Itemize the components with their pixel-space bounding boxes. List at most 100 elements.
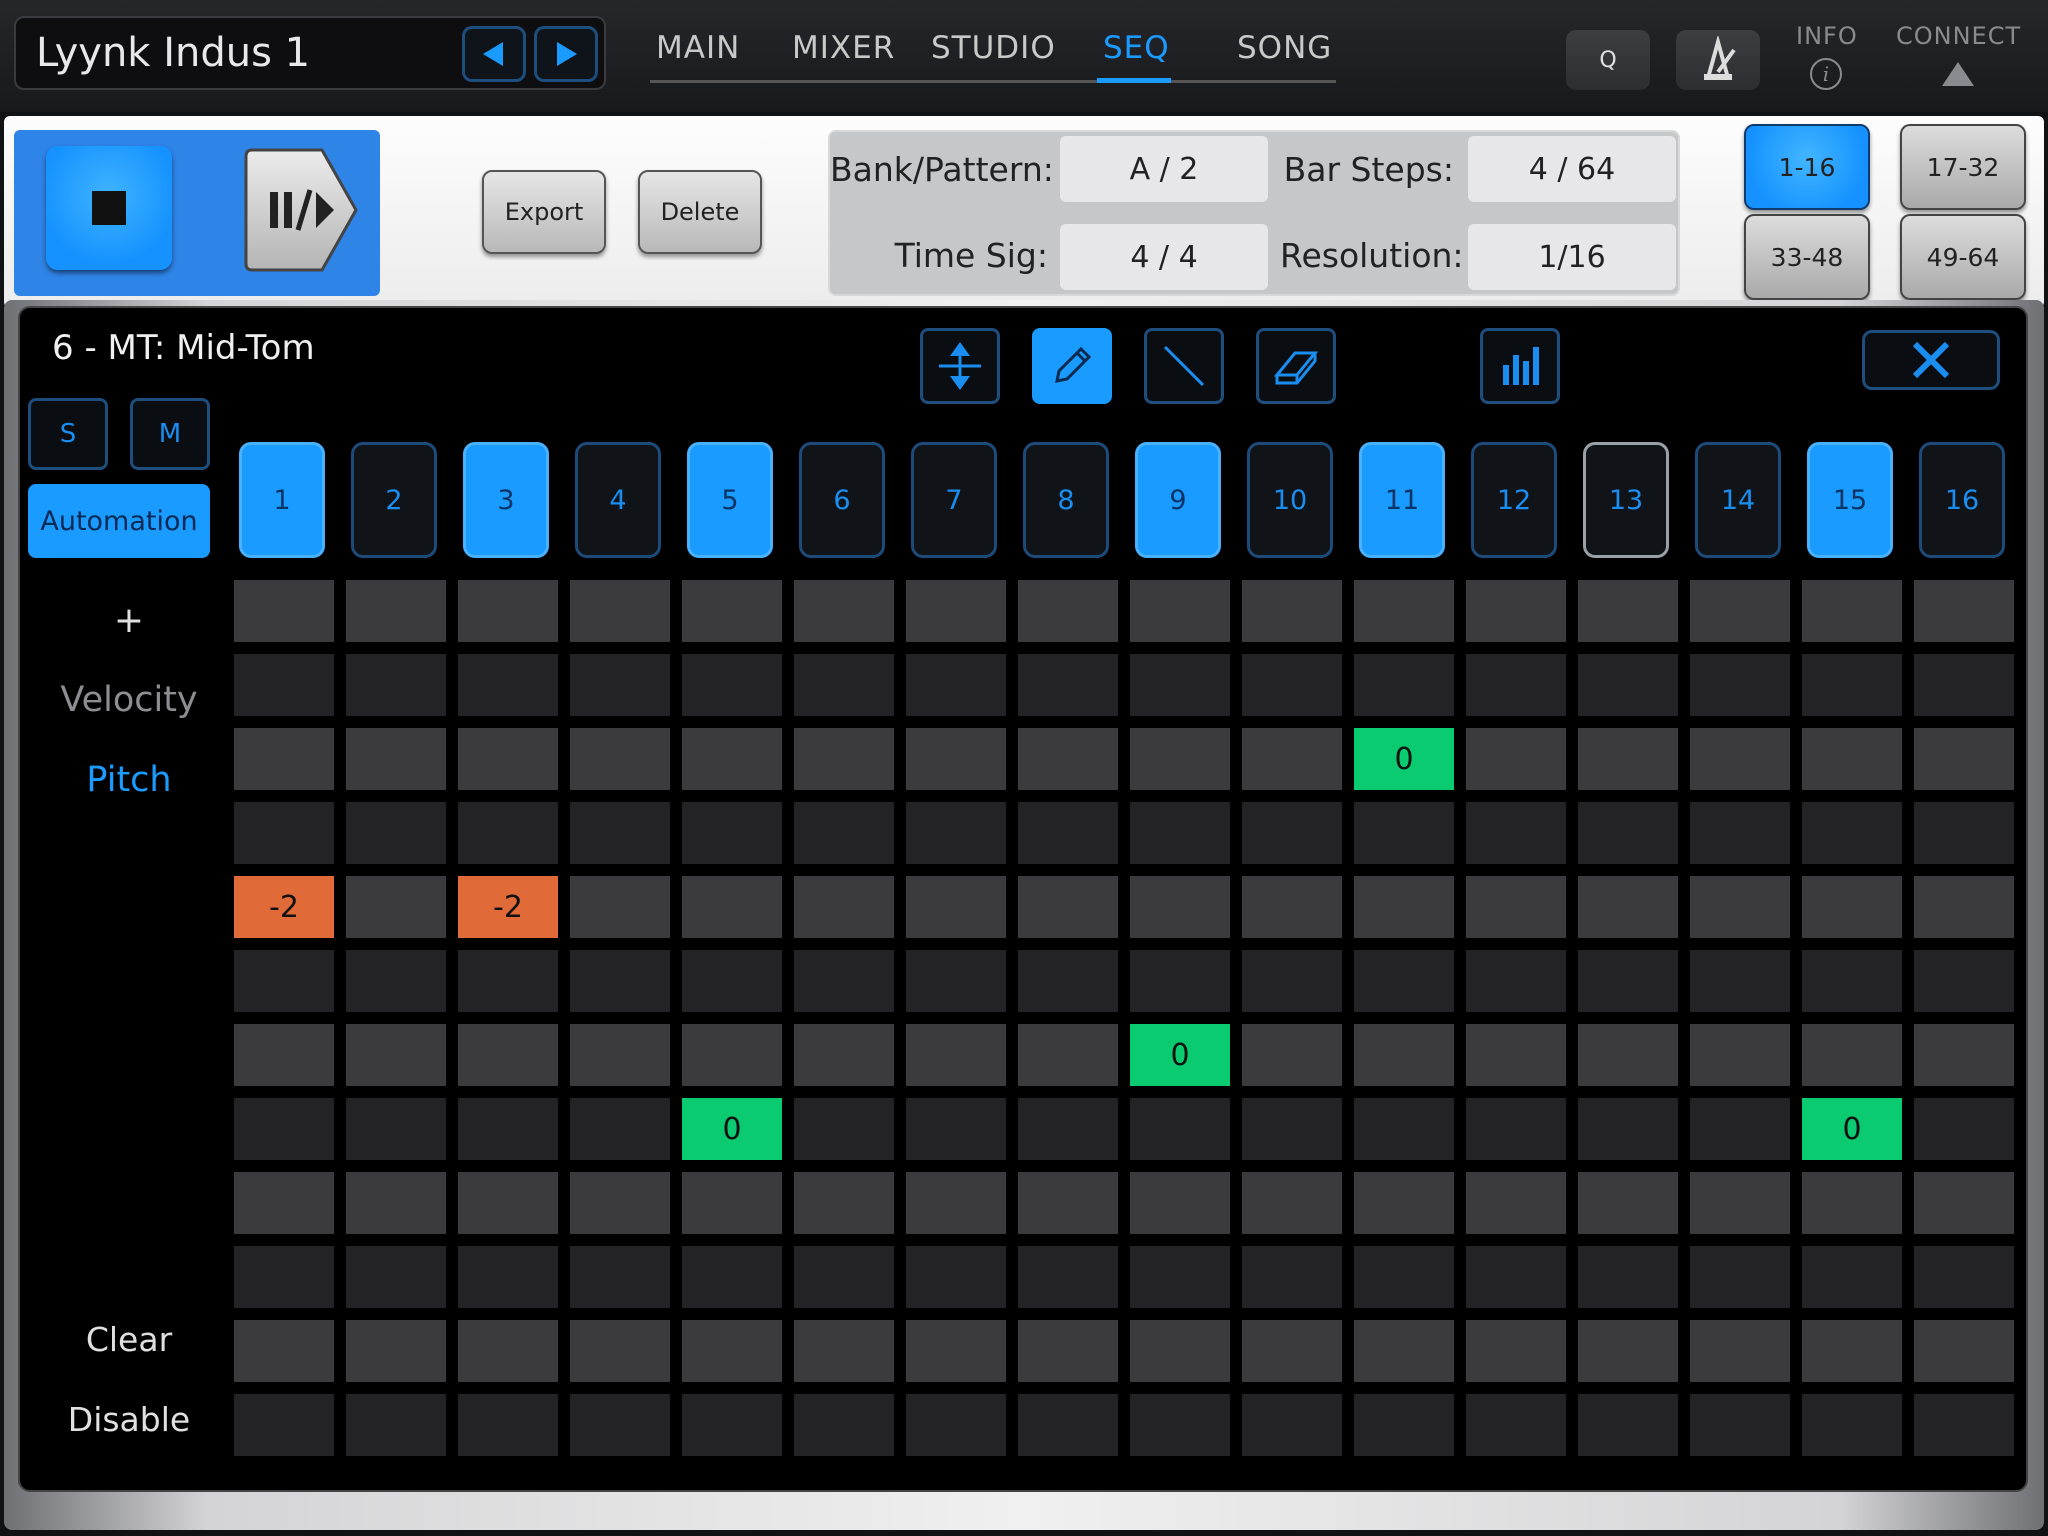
- step-button-14[interactable]: 14: [1695, 442, 1781, 558]
- step-button-12[interactable]: 12: [1471, 442, 1557, 558]
- grid-cell[interactable]: [346, 1172, 446, 1234]
- connect-triangle-icon[interactable]: [1940, 60, 1976, 88]
- grid-cell[interactable]: [1690, 1098, 1790, 1160]
- grid-cell[interactable]: [1914, 950, 2014, 1012]
- grid-cell[interactable]: [1690, 654, 1790, 716]
- grid-cell[interactable]: [234, 1320, 334, 1382]
- grid-cell[interactable]: [1914, 876, 2014, 938]
- grid-cell[interactable]: [906, 1098, 1006, 1160]
- grid-cell[interactable]: [1242, 1394, 1342, 1456]
- grid-cell[interactable]: [1130, 950, 1230, 1012]
- grid-cell[interactable]: [1354, 1098, 1454, 1160]
- grid-cell[interactable]: [1914, 1098, 2014, 1160]
- grid-cell[interactable]: [234, 1098, 334, 1160]
- grid-cell[interactable]: [1466, 1246, 1566, 1308]
- grid-cell[interactable]: [1130, 728, 1230, 790]
- grid-cell[interactable]: [1466, 802, 1566, 864]
- grid-cell[interactable]: [1802, 580, 1902, 642]
- grid-cell[interactable]: [346, 728, 446, 790]
- grid-cell[interactable]: [1690, 876, 1790, 938]
- grid-cell[interactable]: [1242, 654, 1342, 716]
- grid-cell[interactable]: [1466, 950, 1566, 1012]
- grid-cell[interactable]: [1018, 1024, 1118, 1086]
- grid-cell[interactable]: [1466, 580, 1566, 642]
- grid-cell[interactable]: [1466, 1172, 1566, 1234]
- grid-cell[interactable]: [1802, 1394, 1902, 1456]
- range-1-16-button[interactable]: 1-16: [1744, 124, 1870, 210]
- preset-selector[interactable]: Lyynk Indus 1: [14, 16, 606, 90]
- grid-cell[interactable]: [1354, 1394, 1454, 1456]
- step-button-5[interactable]: 5: [687, 442, 773, 558]
- grid-cell[interactable]: [234, 1246, 334, 1308]
- grid-cell[interactable]: [682, 654, 782, 716]
- grid-cell[interactable]: [458, 1024, 558, 1086]
- grid-cell[interactable]: [1354, 1246, 1454, 1308]
- grid-cell[interactable]: [1242, 1246, 1342, 1308]
- grid-cell[interactable]: [1018, 1394, 1118, 1456]
- grid-cell[interactable]: [1242, 950, 1342, 1012]
- grid-cell[interactable]: [794, 654, 894, 716]
- info-icon[interactable]: i: [1810, 58, 1842, 90]
- grid-cell[interactable]: [906, 950, 1006, 1012]
- pitch-value-cell[interactable]: -2: [458, 876, 558, 938]
- grid-cell[interactable]: [1018, 1246, 1118, 1308]
- tab-seq[interactable]: SEQ: [1103, 30, 1170, 66]
- pencil-tool-button[interactable]: [1032, 328, 1112, 404]
- time-sig-value[interactable]: 4 / 4: [1060, 224, 1268, 290]
- bar-steps-value[interactable]: 4 / 64: [1468, 136, 1676, 202]
- grid-cell[interactable]: [346, 1024, 446, 1086]
- solo-button[interactable]: S: [28, 398, 108, 470]
- grid-cell[interactable]: [1914, 1246, 2014, 1308]
- grid-cell[interactable]: [682, 580, 782, 642]
- bank-pattern-value[interactable]: A / 2: [1060, 136, 1268, 202]
- grid-cell[interactable]: [1130, 802, 1230, 864]
- grid-cell[interactable]: [458, 580, 558, 642]
- grid-cell[interactable]: [794, 1246, 894, 1308]
- resolution-value[interactable]: 1/16: [1468, 224, 1676, 290]
- next-preset-button[interactable]: [534, 26, 598, 82]
- grid-cell[interactable]: [234, 728, 334, 790]
- grid-cell[interactable]: [1466, 728, 1566, 790]
- step-button-8[interactable]: 8: [1023, 442, 1109, 558]
- grid-cell[interactable]: [570, 1098, 670, 1160]
- grid-cell[interactable]: [1914, 580, 2014, 642]
- automation-button[interactable]: Automation: [28, 484, 210, 558]
- tab-main[interactable]: MAIN: [656, 30, 740, 66]
- grid-cell[interactable]: [1466, 876, 1566, 938]
- grid-cell[interactable]: [1690, 1394, 1790, 1456]
- grid-cell[interactable]: [1242, 1024, 1342, 1086]
- grid-cell[interactable]: [1690, 728, 1790, 790]
- grid-cell[interactable]: [1130, 1172, 1230, 1234]
- grid-cell[interactable]: [1578, 1246, 1678, 1308]
- grid-cell[interactable]: [234, 1024, 334, 1086]
- grid-cell[interactable]: [458, 728, 558, 790]
- grid-cell[interactable]: [794, 802, 894, 864]
- grid-cell[interactable]: [1690, 1246, 1790, 1308]
- grid-cell[interactable]: [346, 1320, 446, 1382]
- clear-button[interactable]: Clear: [28, 1320, 230, 1359]
- range-17-32-button[interactable]: 17-32: [1900, 124, 2026, 210]
- grid-cell[interactable]: [1690, 950, 1790, 1012]
- grid-cell[interactable]: [1018, 876, 1118, 938]
- grid-cell[interactable]: [1914, 1320, 2014, 1382]
- grid-cell[interactable]: [906, 654, 1006, 716]
- grid-cell[interactable]: [458, 1394, 558, 1456]
- grid-cell[interactable]: [1802, 728, 1902, 790]
- grid-cell[interactable]: [458, 802, 558, 864]
- grid-cell[interactable]: [1130, 580, 1230, 642]
- grid-cell[interactable]: [682, 950, 782, 1012]
- grid-cell[interactable]: [1466, 1098, 1566, 1160]
- grid-cell[interactable]: [1354, 654, 1454, 716]
- grid-cell[interactable]: [794, 1098, 894, 1160]
- grid-cell[interactable]: [1130, 876, 1230, 938]
- grid-cell[interactable]: [1242, 728, 1342, 790]
- grid-cell[interactable]: [570, 728, 670, 790]
- step-button-9[interactable]: 9: [1135, 442, 1221, 558]
- grid-cell[interactable]: [1578, 1394, 1678, 1456]
- grid-cell[interactable]: [346, 654, 446, 716]
- grid-cell[interactable]: [234, 1172, 334, 1234]
- grid-cell[interactable]: [1914, 1394, 2014, 1456]
- grid-cell[interactable]: [570, 876, 670, 938]
- grid-cell[interactable]: [1690, 1320, 1790, 1382]
- grid-cell[interactable]: [794, 1320, 894, 1382]
